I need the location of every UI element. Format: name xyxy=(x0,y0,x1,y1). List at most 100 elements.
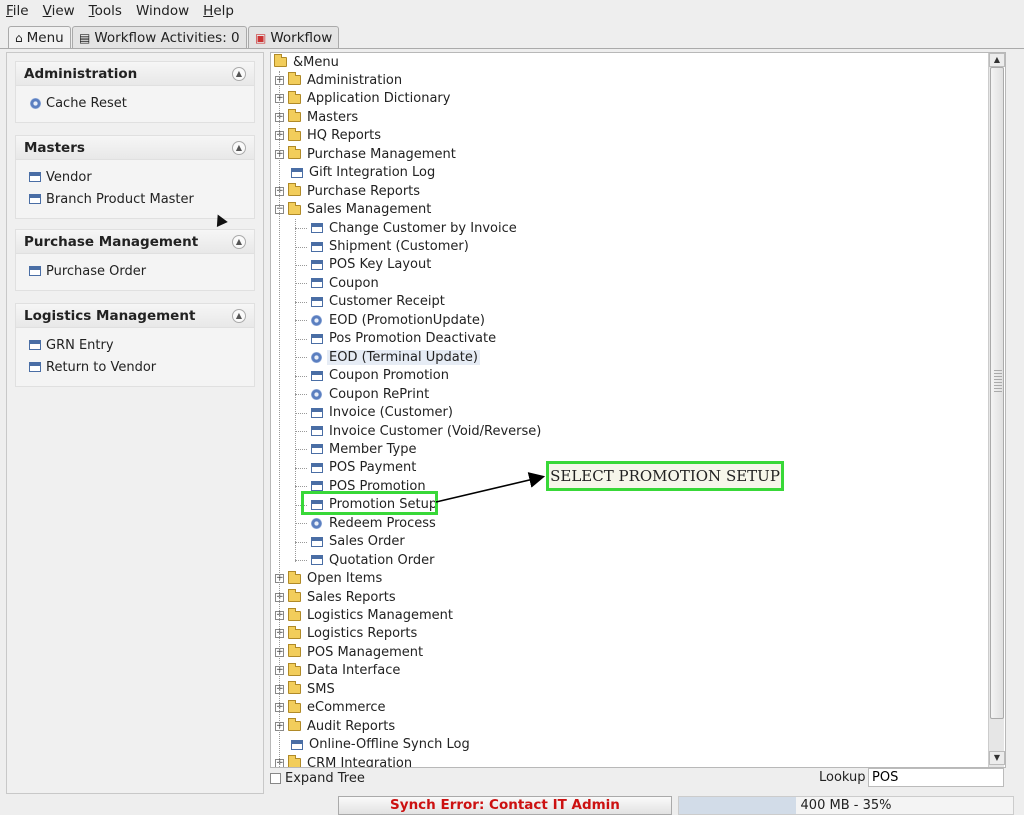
tree-node-label: Application Dictionary xyxy=(307,91,451,107)
tab-divider xyxy=(0,48,1024,49)
tree-folder-hq-reports[interactable]: + HQ Reports xyxy=(275,127,383,145)
favorites-group-logistics-management: Logistics Management ▲ GRN Entry Return to … xyxy=(15,303,255,387)
tree-item-pos-payment[interactable]: POS Payment xyxy=(309,459,418,477)
tree-item-eod-terminal-update-[interactable]: EOD (Terminal Update) xyxy=(309,348,480,366)
favorite-item-label: Cache Reset xyxy=(46,95,127,111)
group-header[interactable]: Masters ▲ xyxy=(16,136,254,160)
tree-item-redeem-process[interactable]: Redeem Process xyxy=(309,514,438,532)
favorite-item[interactable]: GRN Entry xyxy=(16,334,254,356)
tree-root[interactable]: &Menu xyxy=(273,53,341,71)
folder-icon xyxy=(287,570,302,584)
scroll-up-icon[interactable]: ▲ xyxy=(989,53,1005,67)
group-title: Administration xyxy=(24,65,138,82)
window-icon xyxy=(309,536,324,547)
group-header[interactable]: Logistics Management ▲ xyxy=(16,304,254,328)
tree-item-pos-key-layout[interactable]: POS Key Layout xyxy=(309,256,433,274)
collapse-icon[interactable]: ▲ xyxy=(232,66,246,81)
tree-item-coupon-promotion[interactable]: Coupon Promotion xyxy=(309,367,451,385)
group-title: Logistics Management xyxy=(24,307,196,324)
group-header[interactable]: Administration ▲ xyxy=(16,62,254,86)
tree-folder-logistics-management[interactable]: + Logistics Management xyxy=(275,607,455,625)
tree-node-label: Quotation Order xyxy=(329,552,435,568)
tab-workflow-activities[interactable]: ▤ Workflow Activities: 0 xyxy=(72,26,247,48)
tree-folder-crm-integration[interactable]: + CRM Integration xyxy=(275,754,414,767)
gear-icon xyxy=(309,388,324,400)
tree-item-quotation-order[interactable]: Quotation Order xyxy=(309,551,436,569)
menu-tree: &Menu + Administration + Application Diction… xyxy=(271,53,989,767)
tree-item-change-customer-by-invoice[interactable]: Change Customer by Invoice xyxy=(309,219,519,237)
tree-scrollbar[interactable]: ▲ ▼ xyxy=(988,53,1005,767)
folder-icon xyxy=(287,755,302,767)
window-icon xyxy=(309,296,324,307)
lookup-input[interactable] xyxy=(868,768,1004,787)
synch-error-button[interactable]: Synch Error: Contact IT Admin xyxy=(338,796,672,815)
menu-label: elp xyxy=(213,3,234,19)
tree-folder-gift-integration-log[interactable]: Gift Integration Log xyxy=(289,164,437,182)
expand-tree-checkbox[interactable] xyxy=(270,772,281,784)
tree-item-sales-order[interactable]: Sales Order xyxy=(309,533,407,551)
tree-folder-sms[interactable]: + SMS xyxy=(275,680,337,698)
favorite-item[interactable]: Branch Product Master xyxy=(16,188,254,210)
tree-folder-audit-reports[interactable]: + Audit Reports xyxy=(275,717,397,735)
tree-folder-masters[interactable]: + Masters xyxy=(275,108,360,126)
grip-icon xyxy=(994,370,1002,394)
tree-connector xyxy=(295,246,307,248)
tree-item-eod-promotionupdate-[interactable]: EOD (PromotionUpdate) xyxy=(309,311,487,329)
tree-folder-pos-management[interactable]: + POS Management xyxy=(275,643,425,661)
tree-folder-data-interface[interactable]: + Data Interface xyxy=(275,662,402,680)
collapse-icon[interactable]: ▲ xyxy=(232,308,246,323)
tree-node-label: Open Items xyxy=(307,571,383,587)
menu-file[interactable]: File xyxy=(6,3,29,19)
tree-folder-purchase-management[interactable]: + Purchase Management xyxy=(275,145,458,163)
folder-open-icon xyxy=(273,54,288,67)
tab-menu[interactable]: ⌂ Menu xyxy=(8,26,71,48)
window-icon xyxy=(28,362,42,372)
tree-connector xyxy=(295,283,307,285)
tree-bottom-bar: Expand Tree Lookup xyxy=(270,768,1006,788)
window-icon xyxy=(28,194,42,204)
tree-item-invoice-customer-void-reverse-[interactable]: Invoice Customer (Void/Reverse) xyxy=(309,422,543,440)
menu-view[interactable]: View xyxy=(43,3,75,19)
tree-item-coupon-reprint[interactable]: Coupon RePrint xyxy=(309,385,431,403)
tree-folder-sales-management[interactable]: − Sales Management xyxy=(275,201,433,219)
tree-node-label: Online-Offline Synch Log xyxy=(309,737,470,753)
tree-item-shipment-customer-[interactable]: Shipment (Customer) xyxy=(309,238,471,256)
tree-folder-purchase-reports[interactable]: + Purchase Reports xyxy=(275,182,422,200)
collapse-icon[interactable]: ▲ xyxy=(232,234,246,249)
tree-item-customer-receipt[interactable]: Customer Receipt xyxy=(309,293,447,311)
favorite-item[interactable]: Purchase Order xyxy=(16,260,254,282)
favorite-item[interactable]: Return to Vendor xyxy=(16,356,254,378)
scroll-down-icon[interactable]: ▼ xyxy=(989,751,1005,765)
menu-window[interactable]: Window xyxy=(136,3,189,19)
tree-folder-logistics-reports[interactable]: + Logistics Reports xyxy=(275,625,419,643)
menu-label: ools xyxy=(94,3,122,19)
tree-connector xyxy=(295,486,307,488)
memory-indicator[interactable]: 400 MB - 35% xyxy=(678,796,1014,815)
favorite-item[interactable]: Cache Reset xyxy=(16,92,254,114)
tree-item-coupon[interactable]: Coupon xyxy=(309,274,381,292)
tree-folder-application-dictionary[interactable]: + Application Dictionary xyxy=(275,90,452,108)
tree-item-member-type[interactable]: Member Type xyxy=(309,440,418,458)
menu-help[interactable]: Help xyxy=(203,3,234,19)
tab-workflow[interactable]: ▣ Workflow xyxy=(248,26,340,48)
promotion-setup-highlight xyxy=(301,491,438,515)
scroll-thumb[interactable] xyxy=(990,67,1004,719)
menu-tools[interactable]: Tools xyxy=(89,3,122,19)
window-icon xyxy=(309,444,324,455)
favorite-item-label: Vendor xyxy=(46,169,92,185)
tree-connector xyxy=(279,71,280,767)
tree-folder-sales-reports[interactable]: + Sales Reports xyxy=(275,588,398,606)
tree-folder-open-items[interactable]: + Open Items xyxy=(275,570,384,588)
tree-connector xyxy=(295,449,307,451)
menu-tree-panel: &Menu + Administration + Application Diction… xyxy=(270,52,1006,768)
tree-item-invoice-customer-[interactable]: Invoice (Customer) xyxy=(309,404,455,422)
group-header[interactable]: Purchase Management ▲ xyxy=(16,230,254,254)
workflow-icon: ▣ xyxy=(255,30,267,45)
favorite-item[interactable]: Vendor xyxy=(16,166,254,188)
tree-folder-online-offline-synch-log[interactable]: Online-Offline Synch Log xyxy=(289,736,472,754)
collapse-icon[interactable]: ▲ xyxy=(232,140,246,155)
tree-item-pos-promotion-deactivate[interactable]: Pos Promotion Deactivate xyxy=(309,330,498,348)
tree-folder-administration[interactable]: + Administration xyxy=(275,71,404,89)
window-icon xyxy=(309,333,324,344)
tree-folder-ecommerce[interactable]: + eCommerce xyxy=(275,699,388,717)
